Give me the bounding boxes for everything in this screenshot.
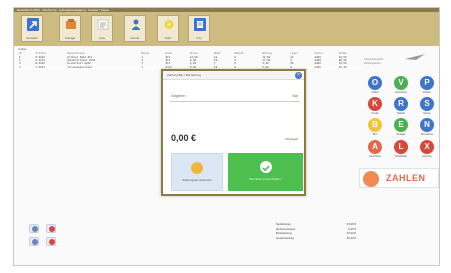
- note-icon: [163, 18, 175, 31]
- app-window: Bestellbuch 2021 - Rechnung - Auftragsbe…: [13, 7, 440, 266]
- action-label: Gutschein: [395, 91, 407, 94]
- action-label: Storno: [423, 112, 431, 115]
- arrow-right-icon: [32, 239, 38, 245]
- coins-icon: [191, 162, 203, 174]
- dialog-title: Zahlung Bar / Barzahlung: [163, 71, 304, 80]
- sidebar-text-line: Kassenübersicht: [364, 58, 384, 61]
- payment-dialog: Zahlung Bar / Barzahlung × Gegeben Bar 0…: [161, 69, 306, 196]
- change-label: Rückgeld: [285, 137, 298, 141]
- table-cell: Versandpauschale: [66, 65, 141, 69]
- action-label: Löschen: [422, 155, 432, 158]
- table-cell: 8400: [313, 65, 338, 69]
- action-label: Einlage: [396, 133, 406, 136]
- ribbon-toolbar: Auswahl Vorlage Liste Kunde Notiz Info: [14, 12, 439, 46]
- circle-n-icon[interactable]: N: [420, 118, 434, 132]
- sidebar-text-line: Zahlungsarten: [364, 61, 381, 65]
- circle-a-icon[interactable]: A: [368, 140, 382, 154]
- circle-k-icon[interactable]: K: [368, 97, 382, 111]
- totals-label: Gesamtbetrag: [276, 235, 294, 240]
- pay-button-label: ZAHLEN: [386, 173, 426, 183]
- delete-button[interactable]: [46, 224, 56, 233]
- table-cell: C-0021: [34, 65, 67, 69]
- given-field-value: Bar: [292, 94, 298, 98]
- table-cell: 40,40: [337, 65, 362, 69]
- action-label: Parken: [422, 91, 432, 94]
- sidebar-text: Kassenübersicht Zahlungsarten: [364, 58, 383, 65]
- circle-p-icon[interactable]: P: [420, 76, 434, 90]
- arrow-left-icon: [32, 226, 38, 232]
- customer-icon: [130, 18, 142, 31]
- change-payment-button[interactable]: Zahlungsart wechseln: [171, 153, 223, 191]
- grid-title: Artikel: [18, 47, 27, 51]
- action-label: Kunde: [371, 112, 379, 115]
- confirm-payment-label: Barzahlung abschließen: [249, 177, 282, 181]
- totals-row: Gesamtbetrag 40,40 €: [276, 236, 356, 241]
- circle-o-icon[interactable]: O: [368, 76, 382, 90]
- info-icon: [194, 18, 206, 31]
- circle-l-icon[interactable]: L: [394, 140, 408, 154]
- nav-right-button[interactable]: [29, 237, 39, 246]
- article-grid: Nr. Artikel Bezeichnung Menge Einh. Prei…: [18, 52, 362, 69]
- ribbon-button-kunde[interactable]: Kunde: [124, 15, 146, 42]
- list-icon: [97, 18, 109, 31]
- totals-panel: Nettobetrag 33,95 € Mehrwertsteuer 6,45 …: [276, 222, 356, 240]
- circle-b-icon[interactable]: B: [368, 118, 382, 132]
- pay-button[interactable]: ZAHLEN: [359, 168, 439, 188]
- coins-icon: [363, 171, 379, 187]
- nav-left-button[interactable]: [29, 224, 39, 233]
- close-icon[interactable]: ×: [295, 72, 302, 79]
- logo-icon: [404, 48, 426, 60]
- circle-r-icon[interactable]: R: [394, 97, 408, 111]
- given-field-label: Gegeben: [171, 94, 186, 98]
- ribbon-button-info[interactable]: Info: [188, 15, 210, 42]
- cancel-button[interactable]: [46, 237, 56, 246]
- delete-icon: [49, 226, 55, 232]
- storage-icon: [65, 18, 77, 31]
- ribbon-button-liste[interactable]: Liste: [91, 15, 113, 42]
- confirm-payment-button[interactable]: Barzahlung abschließen: [228, 153, 303, 191]
- arrow-icon: [27, 18, 39, 31]
- cancel-icon: [49, 239, 55, 245]
- checkmark-icon: [259, 161, 272, 173]
- table-cell: 4: [18, 65, 35, 69]
- ribbon-button-auswahl[interactable]: Auswahl: [21, 15, 43, 42]
- ribbon-button-notiz[interactable]: Notiz: [157, 15, 179, 42]
- action-label: Artikel: [371, 91, 379, 94]
- action-label: Abschluss: [369, 155, 381, 158]
- circle-e-icon[interactable]: E: [394, 118, 408, 132]
- change-payment-label: Zahlungsart wechseln: [182, 178, 212, 182]
- action-label: Schublade: [394, 155, 408, 158]
- circle-s-icon[interactable]: S: [420, 97, 434, 111]
- circle-v-icon[interactable]: V: [394, 76, 408, 90]
- action-label: Rabatt: [397, 112, 405, 115]
- circle-x-icon[interactable]: X: [420, 140, 434, 154]
- action-label: Entnahme: [421, 133, 433, 136]
- amount-display: 0,00 €: [171, 133, 197, 143]
- given-field[interactable]: Gegeben Bar: [170, 90, 300, 102]
- totals-value: 40,40 €: [346, 235, 356, 240]
- ribbon-button-vorlage[interactable]: Vorlage: [59, 15, 81, 42]
- action-label: Bon: [372, 133, 378, 136]
